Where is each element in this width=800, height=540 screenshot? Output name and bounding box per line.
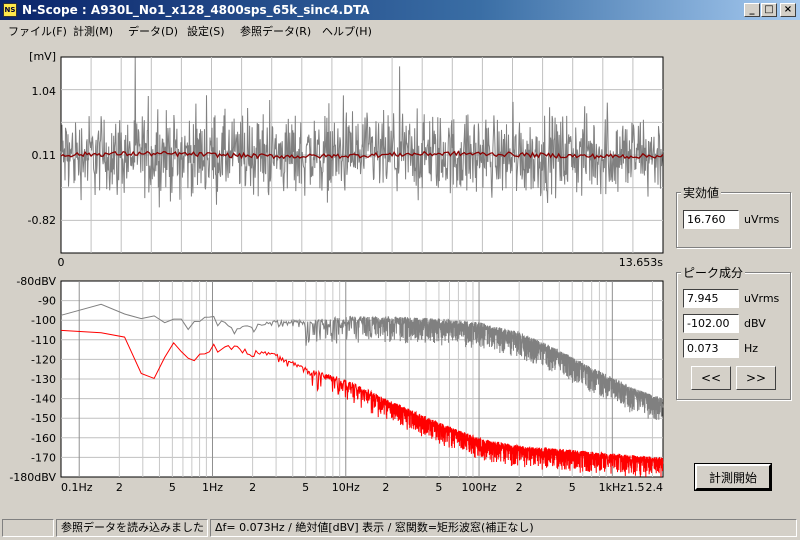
time-ylabel: [mV] (29, 50, 56, 63)
spectrum-xtick: 10Hz (332, 481, 360, 494)
spectrum-xtick: 2 (382, 481, 389, 494)
spectrum-ytick: -160 (31, 432, 56, 445)
spectrum-ytick: -90 (38, 295, 56, 308)
peak-db-unit: dBV (744, 317, 766, 330)
title-bar: NS N-Scope : A930L_No1_x128_4800sps_65k_… (0, 0, 800, 20)
spectrum-xtick: 0.1Hz (61, 481, 93, 494)
peak-value-unit: uVrms (744, 292, 780, 305)
status-info: Δf= 0.073Hz / 絶対値[dBV] 表示 / 窓関数=矩形波窓(補正な… (210, 519, 797, 537)
menu-measure[interactable]: 計測(M) (73, 23, 113, 39)
spectrum-xtick: 1kHz (599, 481, 627, 494)
status-bar: 参照データを読み込みました Δf= 0.073Hz / 絶対値[dBV] 表示 … (0, 517, 800, 540)
rms-unit: uVrms (744, 213, 780, 226)
spectrum-xtick: 5 (169, 481, 176, 494)
spectrum-y-ticks: -80dBV -90 -100 -110 -120 -130 -140 -150 -160 -17… (9, 275, 56, 484)
start-measurement-button[interactable]: 計測開始 (694, 463, 772, 491)
peak-freq-unit: Hz (744, 342, 759, 355)
spectrum-xtick: 5 (569, 481, 576, 494)
menu-bar: ファイル(F) 計測(M) データ(D) 設定(S) 参照データ(R) ヘルプ(… (0, 20, 800, 40)
menu-help[interactable]: ヘルプ(H) (322, 23, 372, 39)
time-ytick: 1.04 (32, 85, 57, 98)
close-button[interactable]: × (780, 3, 796, 17)
menu-reference-data[interactable]: 参照データ(R) (240, 23, 311, 39)
spectrum-xtick: 5 (302, 481, 309, 494)
spectrum-ytick: -80dBV (16, 275, 56, 288)
time-waveform-chart[interactable]: [mV] 1.04 0.11 -0.82 0 13.653s (0, 44, 670, 274)
next-peak-button[interactable]: >> (736, 366, 776, 390)
spectrum-ytick: -180dBV (9, 471, 56, 484)
menu-settings[interactable]: 設定(S) (187, 23, 225, 39)
spectrum-ytick: -140 (31, 393, 56, 406)
time-xtick: 0 (58, 256, 65, 269)
rms-group-title: 実効値 (681, 184, 722, 201)
prev-peak-button[interactable]: << (691, 366, 731, 390)
status-message: 参照データを読み込みました (56, 519, 208, 537)
time-ytick: 0.11 (32, 149, 57, 162)
spectrum-ytick: -170 (31, 451, 56, 464)
app-icon[interactable]: NS (3, 3, 17, 17)
spectrum-xtick: 2 (116, 481, 123, 494)
spectrum-ytick: -110 (31, 334, 56, 347)
spectrum-chart[interactable]: -80dBV -90 -100 -110 -120 -130 -140 -150 -160 -17… (0, 272, 672, 497)
time-xtick: 13.653s (619, 256, 663, 269)
menu-data[interactable]: データ(D) (128, 23, 178, 39)
peak-value-field[interactable]: 7.945 (683, 289, 739, 308)
spectrum-xtick: 1Hz (202, 481, 223, 494)
menu-file[interactable]: ファイル(F) (8, 23, 67, 39)
spectrum-xtick: 2 (249, 481, 256, 494)
spectrum-xtick: 1.5 (627, 481, 645, 494)
rms-value-field[interactable]: 16.760 (683, 210, 739, 229)
spectrum-x-ticks: 0.1Hz 2 5 1Hz 2 5 10Hz 2 5 100Hz 2 5 1kHz 1.5 2.4 (61, 481, 663, 494)
time-ytick: -0.82 (28, 214, 56, 227)
peak-db-field[interactable]: -102.00 (683, 314, 739, 333)
minimize-button[interactable]: _ (744, 3, 760, 17)
spectrum-ytick: -100 (31, 314, 56, 327)
spectrum-ytick: -150 (31, 412, 56, 425)
spectrum-xtick: 2 (516, 481, 523, 494)
spectrum-xtick: 2.4 (646, 481, 664, 494)
spectrum-xtick: 5 (435, 481, 442, 494)
maximize-button[interactable]: □ (761, 3, 777, 17)
window-title: N-Scope : A930L_No1_x128_4800sps_65k_sin… (22, 3, 370, 17)
spectrum-ytick: -120 (31, 353, 56, 366)
peak-freq-field[interactable]: 0.073 (683, 339, 739, 358)
peak-group-title: ピーク成分 (681, 264, 746, 281)
spectrum-xtick: 100Hz (462, 481, 497, 494)
spectrum-ytick: -130 (31, 373, 56, 386)
status-cell-left (2, 519, 54, 537)
